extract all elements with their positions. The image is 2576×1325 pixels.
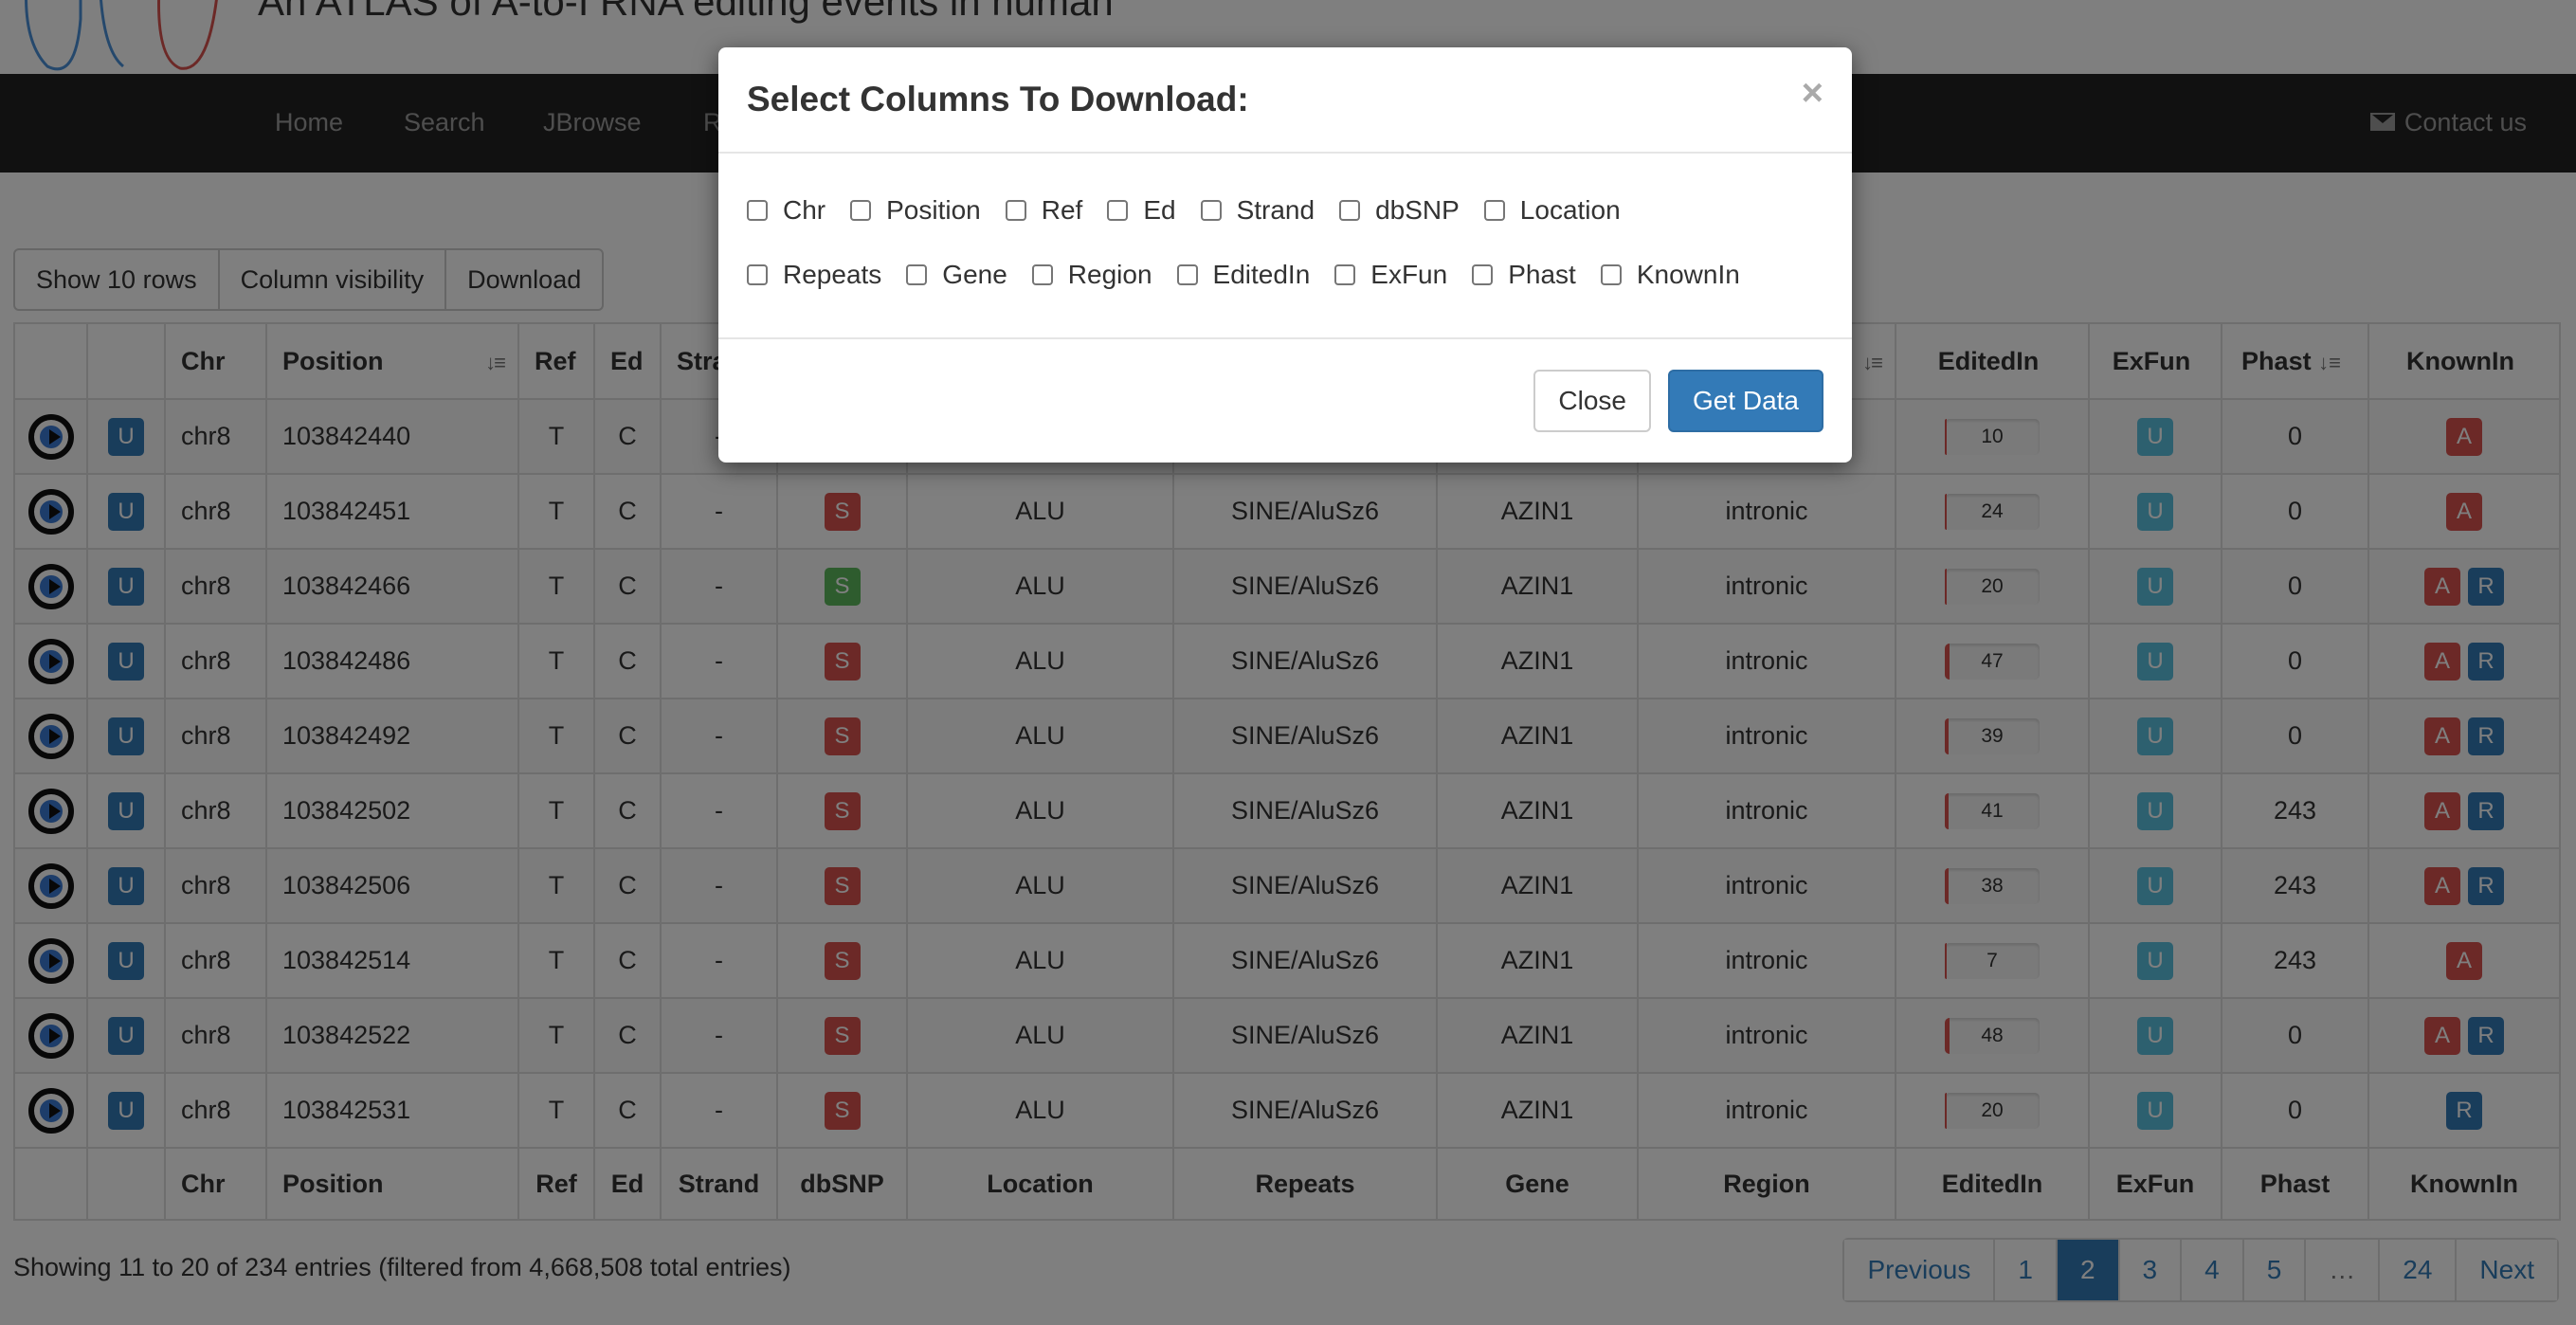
checkbox-location[interactable]: Location <box>1483 195 1621 226</box>
checkbox-position-label: Position <box>886 195 981 225</box>
checkbox-exfun-box[interactable] <box>1334 264 1356 285</box>
checkbox-position-box[interactable] <box>850 200 872 221</box>
checkbox-ed-label: Ed <box>1143 195 1176 225</box>
checkbox-knownin-box[interactable] <box>1600 264 1622 285</box>
close-button[interactable]: Close <box>1533 370 1651 432</box>
modal-title: Select Columns To Download: <box>747 80 1249 118</box>
checkbox-strand[interactable]: Strand <box>1200 195 1315 226</box>
close-icon[interactable]: × <box>1802 72 1823 115</box>
modal-footer: Close Get Data <box>718 339 1852 461</box>
checkbox-dbsnp-box[interactable] <box>1339 200 1361 221</box>
checkbox-editedin-label: EditedIn <box>1212 260 1311 289</box>
checkbox-dbsnp[interactable]: dbSNP <box>1339 195 1460 226</box>
get-data-button[interactable]: Get Data <box>1667 370 1823 432</box>
checkbox-dbsnp-label: dbSNP <box>1375 195 1460 225</box>
checkbox-repeats-box[interactable] <box>747 264 768 285</box>
checkbox-repeats-label: Repeats <box>783 260 882 289</box>
checkbox-ref-label: Ref <box>1041 195 1083 225</box>
checkbox-phast-box[interactable] <box>1472 264 1494 285</box>
checkbox-exfun-label: ExFun <box>1370 260 1448 289</box>
column-checkbox-row-1: Chr Position Ref Ed Strand dbSNP Location <box>747 195 1645 226</box>
checkbox-position[interactable]: Position <box>850 195 981 226</box>
download-modal: Select Columns To Download: × Chr Positio… <box>718 47 1852 463</box>
checkbox-chr-box[interactable] <box>747 200 768 221</box>
checkbox-chr[interactable]: Chr <box>747 195 825 226</box>
checkbox-region-label: Region <box>1067 260 1152 289</box>
checkbox-knownin-label: KnownIn <box>1636 260 1740 289</box>
checkbox-region[interactable]: Region <box>1031 260 1152 290</box>
checkbox-region-box[interactable] <box>1031 264 1053 285</box>
checkbox-gene[interactable]: Gene <box>906 260 1007 290</box>
modal-body: Chr Position Ref Ed Strand dbSNP Location Repe… <box>718 154 1852 339</box>
checkbox-editedin-box[interactable] <box>1176 264 1198 285</box>
checkbox-strand-box[interactable] <box>1200 200 1222 221</box>
checkbox-location-box[interactable] <box>1483 200 1505 221</box>
checkbox-phast[interactable]: Phast <box>1472 260 1576 290</box>
checkbox-editedin[interactable]: EditedIn <box>1176 260 1311 290</box>
checkbox-exfun[interactable]: ExFun <box>1334 260 1447 290</box>
column-checkbox-row-2: Repeats Gene Region EditedIn ExFun Phast Known… <box>747 260 1765 290</box>
checkbox-ref[interactable]: Ref <box>1005 195 1083 226</box>
modal-header: Select Columns To Download: × <box>718 47 1852 154</box>
checkbox-strand-label: Strand <box>1236 195 1315 225</box>
checkbox-ed[interactable]: Ed <box>1107 195 1176 226</box>
checkbox-ref-box[interactable] <box>1005 200 1026 221</box>
checkbox-chr-label: Chr <box>783 195 826 225</box>
checkbox-gene-box[interactable] <box>906 264 928 285</box>
checkbox-location-label: Location <box>1519 195 1621 225</box>
checkbox-knownin[interactable]: KnownIn <box>1600 260 1740 290</box>
checkbox-ed-box[interactable] <box>1107 200 1129 221</box>
checkbox-phast-label: Phast <box>1508 260 1576 289</box>
checkbox-gene-label: Gene <box>942 260 1007 289</box>
checkbox-repeats[interactable]: Repeats <box>747 260 881 290</box>
